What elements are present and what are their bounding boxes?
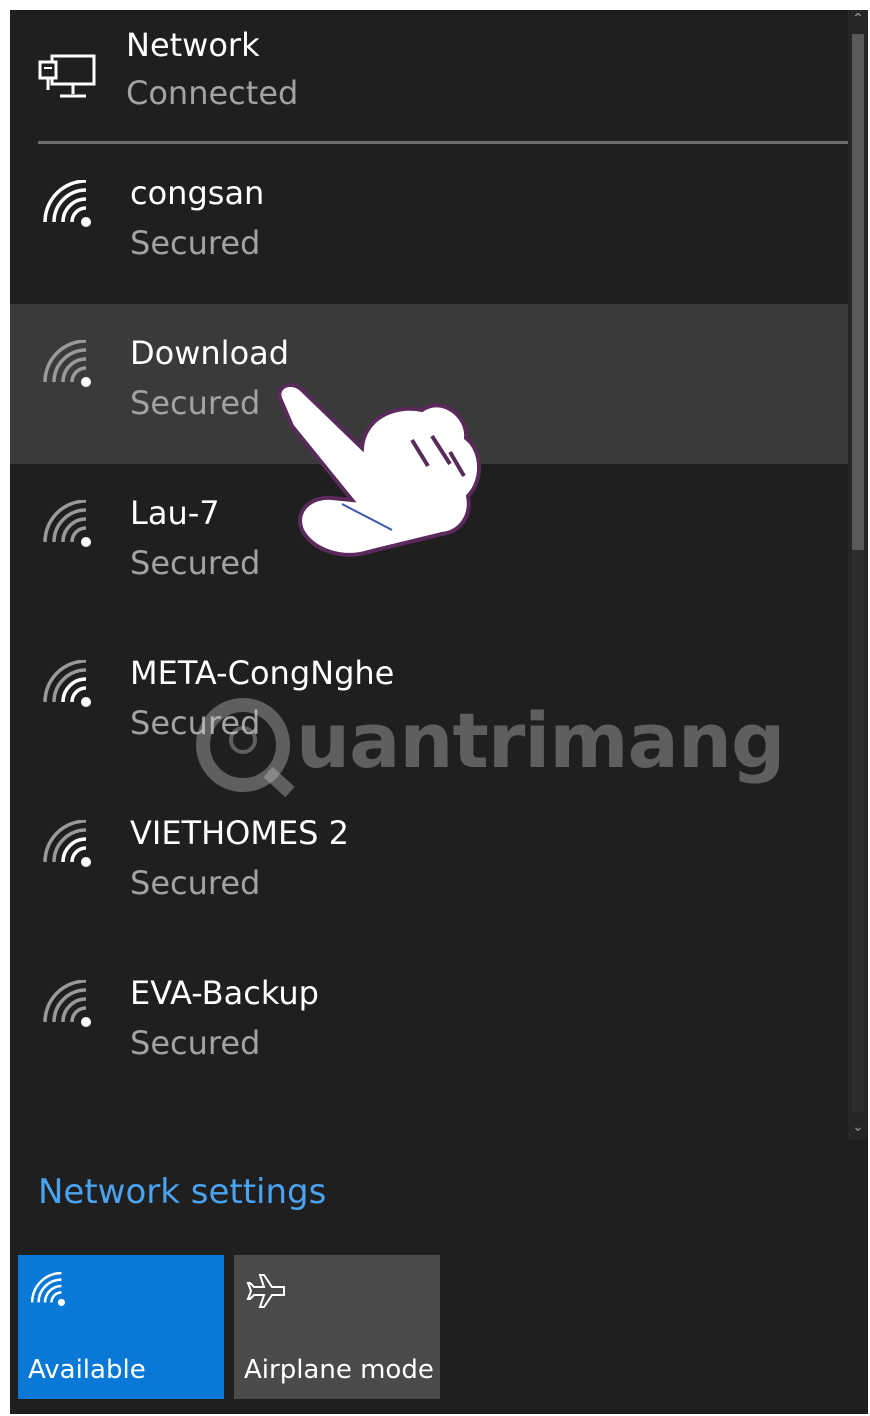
wifi-icon [43,660,91,707]
wifi-network-name: Download [130,334,290,372]
connected-network-status: Connected [126,74,299,112]
wifi-network-status: Secured [130,704,261,742]
scrollbar-thumb[interactable] [852,34,864,550]
wifi-network-name: EVA-Backup [130,974,319,1012]
wifi-network-name: congsan [130,174,265,212]
scroll-down-arrow-icon[interactable]: ⌄ [848,1118,868,1136]
airplane-mode-tile[interactable]: Airplane mode [234,1255,440,1399]
scroll-up-arrow-icon[interactable]: ⌃ [848,10,868,28]
airplane-icon [246,1274,285,1308]
network-flyout: Network Connected congsan Secured Downlo… [10,10,868,1414]
network-settings-link[interactable]: Network settings [38,1172,326,1212]
wifi-network-name: VIETHOMES 2 [130,814,350,852]
scrollbar[interactable]: ⌃ ⌄ [848,10,868,1140]
wifi-network-item[interactable]: EVA-Backup Secured [10,944,848,1104]
wifi-network-name: Lau-7 [130,494,220,532]
wifi-network-item-selected[interactable]: Download Secured [10,304,848,464]
wifi-icon [43,500,91,547]
wifi-network-status: Secured [130,384,261,422]
wifi-icon [43,820,91,867]
wifi-icon [43,340,91,387]
wifi-tile-label: Available [28,1355,146,1385]
wifi-network-item[interactable]: VIETHOMES 2 Secured [10,784,848,944]
wifi-network-item[interactable]: congsan Secured [10,144,848,304]
wifi-network-status: Secured [130,544,261,582]
wifi-icon [30,1271,65,1306]
wifi-network-status: Secured [130,1024,261,1062]
wifi-icon [43,980,91,1027]
wifi-network-status: Secured [130,224,261,262]
wifi-icon [43,180,91,227]
wifi-network-item[interactable]: Lau-7 Secured [10,464,848,624]
wifi-toggle-tile[interactable]: Available [18,1255,224,1399]
airplane-tile-label: Airplane mode [244,1355,434,1385]
wifi-network-name: META-CongNghe [130,654,395,692]
connected-network-item[interactable]: Network Connected [10,10,848,148]
wifi-network-status: Secured [130,864,261,902]
connected-network-name: Network [126,26,260,64]
wifi-network-item[interactable]: META-CongNghe Secured [10,624,848,784]
ethernet-icon [38,54,96,98]
